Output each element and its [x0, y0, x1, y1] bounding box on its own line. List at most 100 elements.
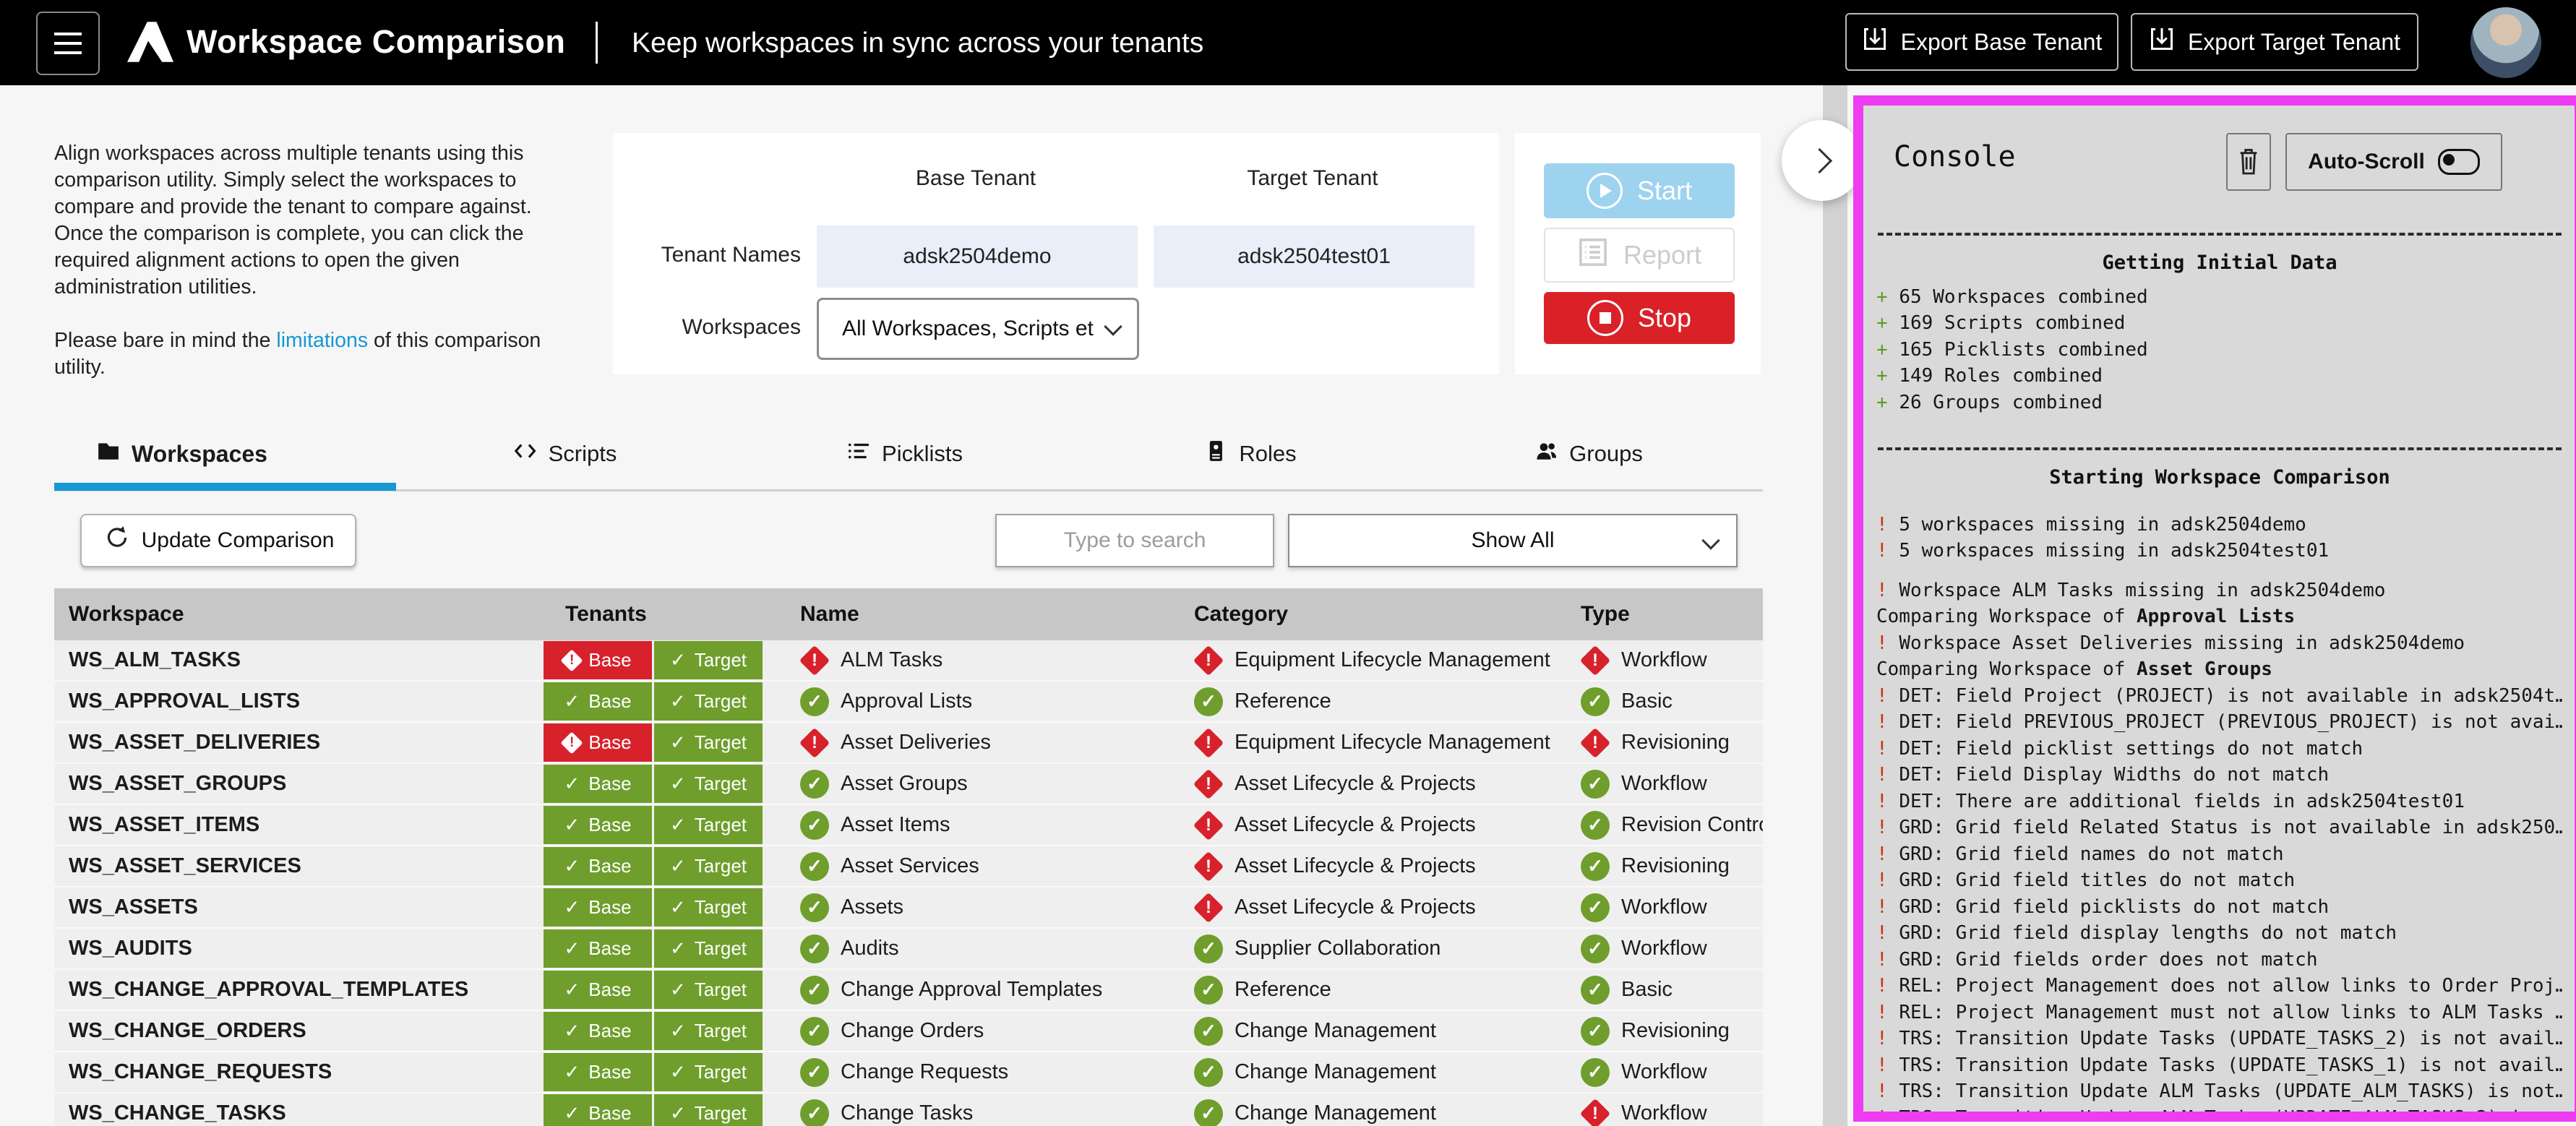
warning-mark-icon: !	[1876, 1002, 1899, 1023]
workspace-id-cell: WS_CHANGE_APPROVAL_TEMPLATES	[69, 970, 468, 1010]
stop-icon	[1587, 300, 1623, 336]
tenant-target-badge[interactable]: ✓Target	[654, 847, 763, 885]
people-icon	[1534, 439, 1558, 468]
tenant-base-badge[interactable]: ✓Base	[544, 847, 652, 885]
tenant-base-badge[interactable]: ✓Base	[544, 765, 652, 803]
table-row[interactable]: WS_ASSET_GROUPS✓Base✓Target✓Asset Groups…	[54, 764, 1763, 805]
warning-mark-icon: !	[1876, 685, 1899, 707]
console-collapse-button[interactable]	[1782, 120, 1863, 201]
status-error-icon: !	[1581, 1098, 1610, 1126]
category-cell: !Asset Lifecycle & Projects	[1194, 888, 1566, 927]
tab-scripts[interactable]: Scripts	[514, 439, 617, 468]
table-row[interactable]: WS_ASSET_ITEMS✓Base✓Target✓Asset Items!A…	[54, 805, 1763, 846]
table-header-row: WorkspaceTenantsNameCategoryType	[54, 588, 1763, 640]
workspace-id-cell: WS_ASSET_DELIVERIES	[69, 723, 320, 762]
type-cell: !Workflow	[1581, 1093, 1763, 1126]
warning-mark-icon: !	[1876, 1054, 1899, 1076]
tenant-base-badge[interactable]: ✓Base	[544, 1053, 652, 1091]
workspace-id-cell: WS_ASSETS	[69, 888, 198, 927]
workspace-id-cell: WS_CHANGE_ORDERS	[69, 1011, 306, 1051]
tab-picklists[interactable]: Picklists	[847, 439, 963, 468]
console-warning-line: ! GRD: Grid field Related Status is not …	[1876, 815, 2563, 841]
stop-button[interactable]: Stop	[1544, 292, 1735, 344]
search-input[interactable]	[995, 514, 1274, 567]
table-row[interactable]: WS_ASSET_SERVICES ✓Base✓Target ✓Asset Serv…	[54, 846, 1763, 888]
chevron-right-icon	[1806, 147, 1832, 173]
report-button[interactable]: Report	[1544, 228, 1735, 283]
table-row[interactable]: WS_CHANGE_TASKS✓Base✓Target✓Change Tasks…	[54, 1093, 1763, 1126]
console-info-line: + 169 Scripts combined	[1876, 310, 2563, 337]
tenant-base-badge[interactable]: ✓Base	[544, 971, 652, 1009]
auto-scroll-button[interactable]: Auto-Scroll	[2285, 133, 2502, 191]
category-cell: !Asset Lifecycle & Projects	[1194, 846, 1566, 886]
limitations-link[interactable]: limitations	[276, 329, 368, 352]
target-tenant-input[interactable]	[1154, 225, 1474, 288]
tab-groups[interactable]: Groups	[1534, 439, 1643, 468]
update-comparison-button[interactable]: Update Comparison	[80, 514, 356, 567]
name-cell: ✓Change Approval Templates	[800, 970, 1176, 1010]
export-base-tenant-button[interactable]: Export Base Tenant	[1845, 13, 2118, 71]
tab-workspaces[interactable]: Workspaces	[97, 439, 267, 468]
table-row[interactable]: WS_ASSETS✓Base✓Target✓Assets!Asset Lifec…	[54, 888, 1763, 929]
error-diamond-icon: !	[561, 649, 583, 671]
base-tenant-input[interactable]	[817, 225, 1138, 288]
tenant-base-badge[interactable]: !Base	[544, 641, 652, 679]
tenant-target-badge[interactable]: ✓Target	[654, 1053, 763, 1091]
status-ok-icon: ✓	[1194, 1099, 1223, 1126]
status-ok-icon: ✓	[1581, 687, 1610, 716]
export-target-tenant-button[interactable]: Export Target Tenant	[2131, 13, 2418, 71]
tenant-base-badge[interactable]: ✓Base	[544, 888, 652, 927]
tenant-target-badge[interactable]: ✓Target	[654, 806, 763, 844]
status-ok-icon: ✓	[800, 1099, 829, 1126]
name-cell: ✓Asset Services	[800, 846, 1176, 886]
warning-mark-icon: !	[1876, 896, 1899, 918]
table-row[interactable]: WS_AUDITS✓Base✓Target✓Audits✓Supplier Co…	[54, 929, 1763, 970]
console-warning-line: ! TRS: Transition Update ALM Tasks (UPDA…	[1876, 1105, 2563, 1112]
tenant-target-badge[interactable]: ✓Target	[654, 682, 763, 721]
tenant-target-badge[interactable]: ✓Target	[654, 765, 763, 803]
table-row[interactable]: WS_APPROVAL_LISTS✓Base✓Target✓Approval L…	[54, 682, 1763, 723]
name-cell: ✓Change Orders	[800, 1011, 1176, 1051]
user-avatar[interactable]	[2470, 7, 2541, 78]
category-cell: ✓Change Management	[1194, 1093, 1566, 1126]
start-button[interactable]: Start	[1544, 163, 1735, 218]
warning-mark-icon: !	[1876, 514, 1899, 536]
console-info-line: + 149 Roles combined	[1876, 363, 2563, 390]
table-row[interactable]: WS_CHANGE_ORDERS ✓Base✓Target ✓Change Orde…	[54, 1011, 1763, 1052]
table-row[interactable]: WS_CHANGE_APPROVAL_TEMPLATES ✓Base✓Target…	[54, 970, 1763, 1011]
vertical-scrollbar[interactable]	[1823, 85, 1847, 1126]
table-row[interactable]: WS_ALM_TASKS!Base✓Target!ALM Tasks!Equip…	[54, 640, 1763, 682]
console-warning-line: ! DET: Field picklist settings do not ma…	[1876, 736, 2563, 762]
tenant-base-badge[interactable]: ✓Base	[544, 1094, 652, 1126]
tab-roles[interactable]: Roles	[1204, 439, 1296, 468]
menu-icon[interactable]	[36, 12, 100, 75]
table-row[interactable]: WS_CHANGE_REQUESTS✓Base✓Target✓Change Re…	[54, 1052, 1763, 1093]
category-cell: !Asset Lifecycle & Projects	[1194, 805, 1566, 845]
tenant-target-badge[interactable]: ✓Target	[654, 641, 763, 679]
tenant-target-badge[interactable]: ✓Target	[654, 971, 763, 1009]
console-section-heading: Starting Workspace Comparison	[1876, 465, 2563, 491]
tenant-base-badge[interactable]: ✓Base	[544, 929, 652, 968]
trash-icon	[2236, 147, 2261, 178]
console-warning-line: ! DET: Field PREVIOUS_PROJECT (PREVIOUS_…	[1876, 709, 2563, 736]
name-cell: ✓Approval Lists	[800, 682, 1176, 721]
workspaces-select[interactable]: All Workspaces, Scripts et	[817, 298, 1139, 360]
tenant-target-badge[interactable]: ✓Target	[654, 888, 763, 927]
tenant-target-badge[interactable]: ✓Target	[654, 929, 763, 968]
tenant-base-badge[interactable]: ✓Base	[544, 806, 652, 844]
status-ok-icon: ✓	[800, 687, 829, 716]
tenant-base-badge[interactable]: !Base	[544, 723, 652, 762]
tenant-base-badge[interactable]: ✓Base	[544, 1012, 652, 1050]
table-row[interactable]: WS_ASSET_DELIVERIES!Base✓Target!Asset De…	[54, 723, 1763, 764]
filter-select[interactable]: Show All	[1288, 514, 1738, 567]
name-cell: ✓Audits	[800, 929, 1176, 968]
tenant-target-badge[interactable]: ✓Target	[654, 723, 763, 762]
console-warning-line: ! 5 workspaces missing in adsk2504demo	[1876, 512, 2563, 538]
workspace-id-cell: WS_ASSET_SERVICES	[69, 846, 301, 886]
console-warning-line: ! GRD: Grid field titles do not match	[1876, 867, 2563, 894]
clear-console-button[interactable]	[2226, 133, 2271, 191]
tenant-base-badge[interactable]: ✓Base	[544, 682, 652, 721]
tenant-target-badge[interactable]: ✓Target	[654, 1012, 763, 1050]
status-ok-icon: ✓	[800, 770, 829, 799]
tenant-target-badge[interactable]: ✓Target	[654, 1094, 763, 1126]
